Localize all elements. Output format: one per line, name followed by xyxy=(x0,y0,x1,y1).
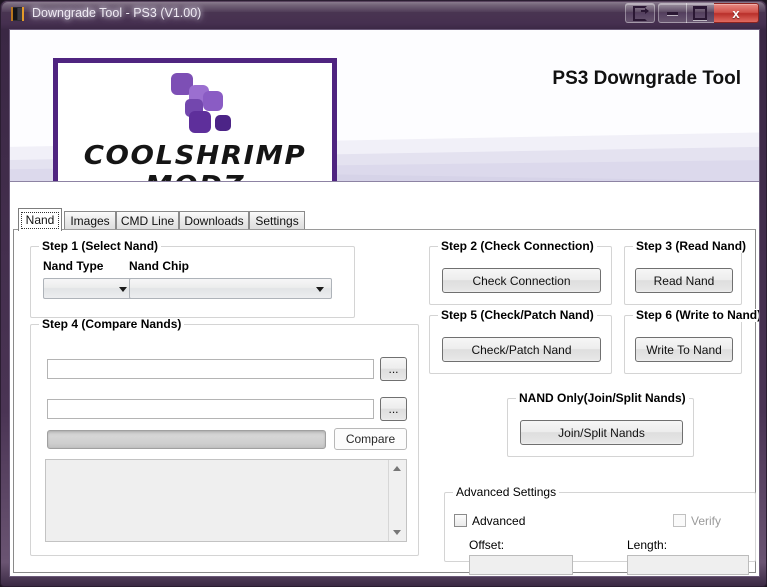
group-title: Step 1 (Select Nand) xyxy=(39,240,162,253)
tab-label: Settings xyxy=(255,214,299,228)
read-nand-button[interactable]: Read Nand xyxy=(635,268,733,293)
page-title: PS3 Downgrade Tool xyxy=(552,68,741,89)
group-title: Step 6 (Write to Nand) xyxy=(633,309,759,322)
compare-file1-input[interactable] xyxy=(47,359,374,379)
maximize-button[interactable] xyxy=(686,3,715,23)
length-label: Length: xyxy=(627,538,668,552)
group-nand-only: NAND Only(Join/Split Nands) Join/Split N… xyxy=(507,392,694,457)
scroll-up-button[interactable] xyxy=(389,460,405,477)
tab-downloads[interactable]: Downloads xyxy=(179,211,249,230)
group-step6: Step 6 (Write to Nand) Write To Nand xyxy=(624,309,759,374)
nand-type-label: Nand Type xyxy=(43,259,104,273)
client-area: COOLSHRIMP MODZ PS3 Downgrade Tool Nand … xyxy=(9,29,760,577)
triangle-down-icon xyxy=(393,530,401,535)
close-button[interactable]: x xyxy=(714,3,759,23)
header-banner: COOLSHRIMP MODZ PS3 Downgrade Tool xyxy=(10,30,759,182)
compare-button[interactable]: Compare xyxy=(334,428,407,450)
window-title: Downgrade Tool - PS3 (V1.00) xyxy=(32,6,202,20)
nand-type-select[interactable] xyxy=(43,278,135,299)
minimize-icon xyxy=(659,4,686,22)
group-step4: Step 4 (Compare Nands) ... ... Compare xyxy=(30,318,419,556)
chevron-down-icon xyxy=(316,286,324,292)
maximize-icon xyxy=(686,4,714,22)
coolshrimp-logo-icon xyxy=(159,71,235,137)
tab-images[interactable]: Images xyxy=(64,211,116,230)
group-title: Step 3 (Read Nand) xyxy=(633,240,750,253)
advanced-checkbox-label[interactable]: Advanced xyxy=(472,514,525,528)
triangle-up-icon xyxy=(393,466,401,471)
nand-chip-select[interactable] xyxy=(129,278,332,299)
application-window: Downgrade Tool - PS3 (V1.00) x COOLSHRIM… xyxy=(0,0,767,587)
compare-log-textarea[interactable] xyxy=(45,459,407,542)
tab-label: Images xyxy=(70,214,110,228)
scroll-down-button[interactable] xyxy=(389,524,405,541)
tab-settings[interactable]: Settings xyxy=(249,211,305,230)
restore-down-icon xyxy=(626,4,654,22)
logo-wordmark: COOLSHRIMP MODZ xyxy=(83,141,307,182)
banner-divider xyxy=(10,181,759,182)
tab-nand[interactable]: Nand xyxy=(18,208,62,231)
minimize-button[interactable] xyxy=(658,3,687,23)
close-icon: x xyxy=(732,5,740,21)
tab-strip: Nand Images CMD Line Downloads Settings xyxy=(13,208,756,231)
chevron-down-icon xyxy=(119,286,127,292)
length-input[interactable] xyxy=(627,555,749,575)
browse-file2-button[interactable]: ... xyxy=(380,397,407,421)
group-step3: Step 3 (Read Nand) Read Nand xyxy=(624,240,750,305)
app-icon xyxy=(10,6,26,22)
tab-label: Nand xyxy=(20,211,60,229)
group-title: Advanced Settings xyxy=(453,486,560,499)
group-title: Step 2 (Check Connection) xyxy=(438,240,597,253)
group-title: NAND Only(Join/Split Nands) xyxy=(516,392,689,405)
title-bar[interactable]: Downgrade Tool - PS3 (V1.00) x xyxy=(1,1,767,29)
join-split-nands-button[interactable]: Join/Split Nands xyxy=(520,420,683,445)
browse-file1-button[interactable]: ... xyxy=(380,357,407,381)
restore-down-button[interactable] xyxy=(625,3,655,23)
write-to-nand-button[interactable]: Write To Nand xyxy=(635,337,733,362)
offset-input[interactable] xyxy=(469,555,573,575)
verify-checkbox-label: Verify xyxy=(691,514,722,528)
tab-cmd-line[interactable]: CMD Line xyxy=(116,211,179,230)
tab-label: Downloads xyxy=(184,214,244,228)
group-step2: Step 2 (Check Connection) Check Connecti… xyxy=(429,240,612,305)
group-title: Step 5 (Check/Patch Nand) xyxy=(438,309,597,322)
offset-label: Offset: xyxy=(469,538,505,552)
advanced-checkbox[interactable] xyxy=(454,514,467,527)
tab-label: CMD Line xyxy=(120,214,175,228)
group-advanced-settings: Advanced Settings Advanced Verify Offset… xyxy=(444,486,756,575)
group-step1: Step 1 (Select Nand) Nand Type Nand Chip xyxy=(30,240,355,318)
group-step5: Step 5 (Check/Patch Nand) Check/Patch Na… xyxy=(429,309,612,374)
logo-box: COOLSHRIMP MODZ xyxy=(53,58,337,182)
verify-checkbox[interactable] xyxy=(673,514,686,527)
log-scrollbar[interactable] xyxy=(388,460,406,541)
nand-chip-label: Nand Chip xyxy=(129,259,189,273)
check-connection-button[interactable]: Check Connection xyxy=(442,268,601,293)
compare-progress-bar xyxy=(47,430,326,449)
tab-panel-nand: Step 1 (Select Nand) Nand Type Nand Chip… xyxy=(13,229,759,575)
compare-file2-input[interactable] xyxy=(47,399,374,419)
group-title: Step 4 (Compare Nands) xyxy=(39,318,185,331)
check-patch-nand-button[interactable]: Check/Patch Nand xyxy=(442,337,601,362)
